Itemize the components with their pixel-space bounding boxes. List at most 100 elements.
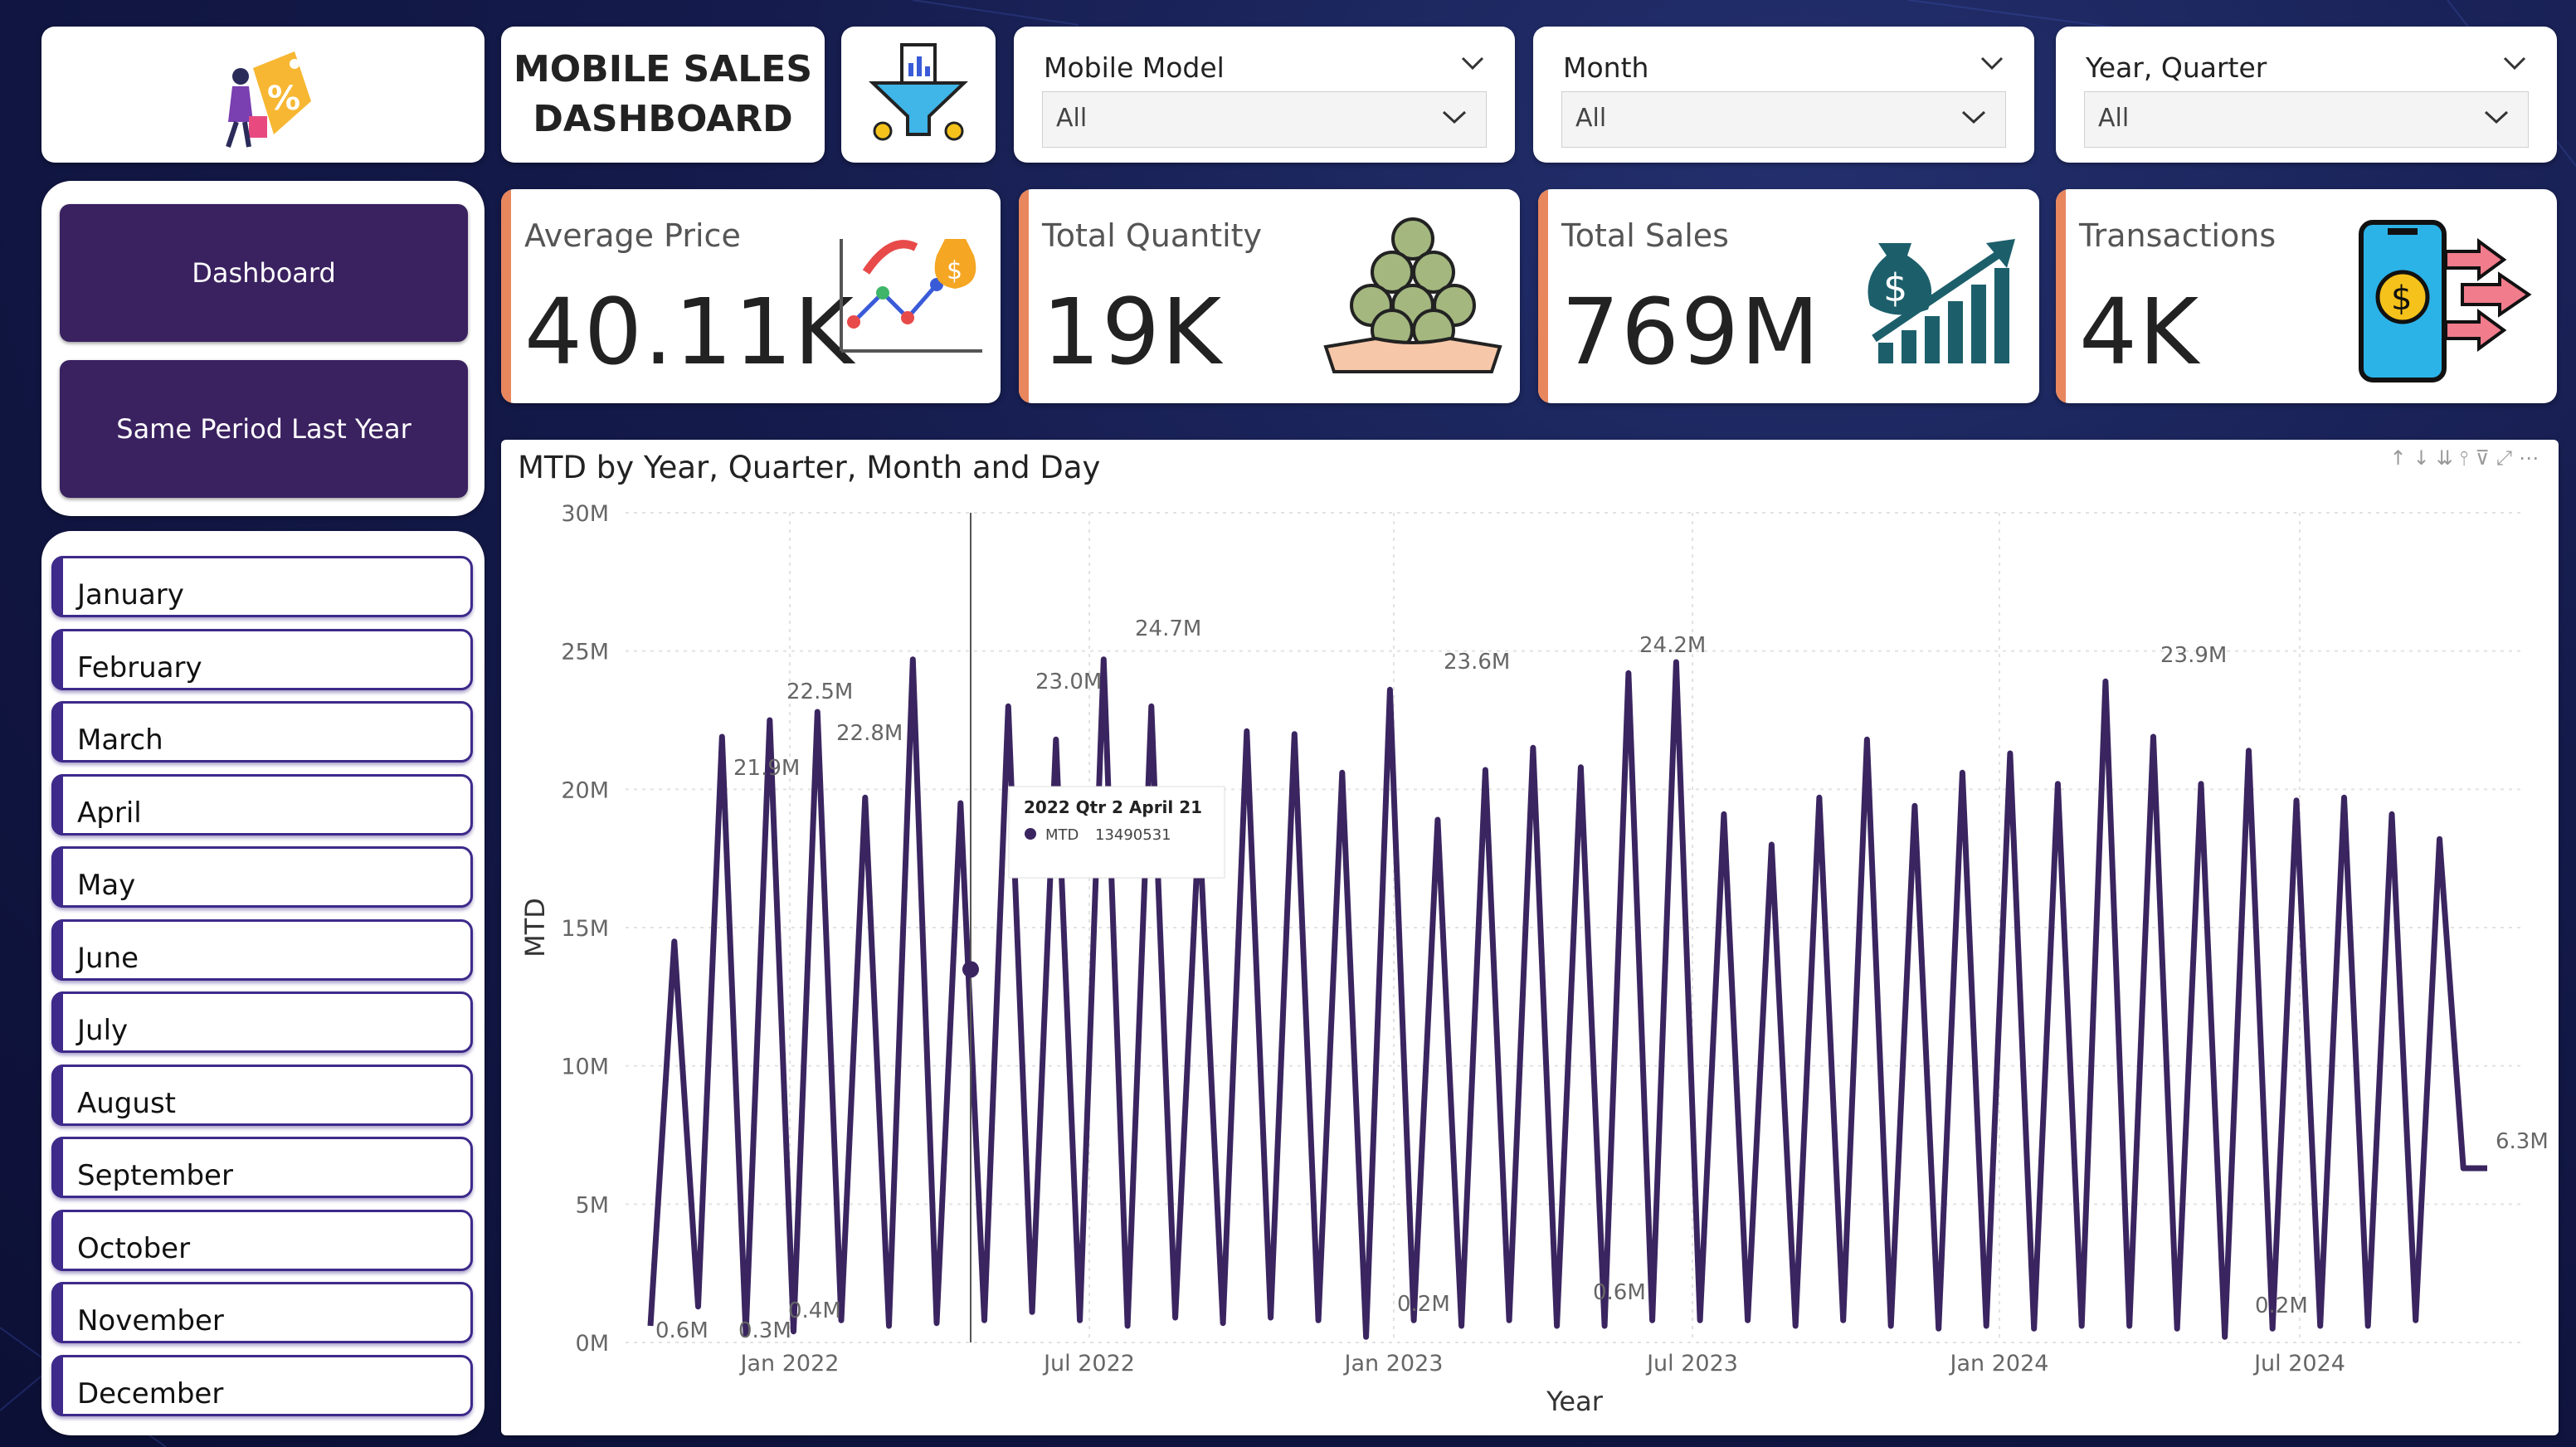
y-tick-label: 20M bbox=[561, 777, 609, 803]
slicer-mobile-model[interactable]: Mobile Model All bbox=[1014, 27, 1515, 163]
month-item-february[interactable]: February bbox=[51, 628, 473, 690]
x-tick-label: Jul 2023 bbox=[1645, 1351, 1738, 1376]
slicer-month[interactable]: Month All bbox=[1533, 27, 2034, 163]
hover-point[interactable] bbox=[962, 961, 979, 978]
data-label: 21.9M bbox=[733, 756, 800, 781]
chevron-down-icon[interactable] bbox=[1979, 55, 2004, 71]
month-panel: January February March April May June July Augu… bbox=[41, 531, 485, 1435]
svg-text:$: $ bbox=[1883, 266, 1907, 310]
nav-panel: Dashboard Same Period Last Year bbox=[41, 181, 485, 516]
slicer-value: All bbox=[1056, 104, 1088, 133]
slicer-header: Mobile Model bbox=[1044, 51, 1225, 84]
slicer-value: All bbox=[1575, 104, 1607, 133]
tooltip-title: 2022 Qtr 2 April 21 bbox=[1024, 797, 1202, 817]
dashboard-button[interactable]: Dashboard bbox=[60, 204, 468, 342]
phone-payment-icon: $ bbox=[2359, 220, 2532, 382]
data-label: 0.6M bbox=[1593, 1280, 1646, 1305]
data-label: 0.2M bbox=[1397, 1292, 1450, 1317]
filter-card bbox=[841, 27, 996, 163]
mtd-chart-card: MTD by Year, Quarter, Month and Day ↑↓⇊⫯… bbox=[501, 440, 2559, 1435]
data-label: 6.3M bbox=[2496, 1129, 2549, 1154]
month-label: January bbox=[77, 578, 184, 611]
kpi-label: Average Price bbox=[524, 217, 741, 254]
y-tick-label: 5M bbox=[576, 1192, 609, 1218]
data-label: 0.6M bbox=[655, 1318, 709, 1343]
month-item-november[interactable]: November bbox=[51, 1282, 473, 1343]
month-item-october[interactable]: October bbox=[51, 1209, 473, 1271]
tooltip-series-name: MTD bbox=[1045, 826, 1079, 844]
month-label: December bbox=[77, 1376, 224, 1410]
svg-text:$: $ bbox=[947, 256, 962, 285]
line-chart-money-bag-icon: $ bbox=[840, 239, 982, 353]
discount-tag-shopper-icon: % bbox=[226, 51, 311, 148]
month-item-tab bbox=[51, 773, 63, 836]
chevron-down-icon bbox=[1442, 110, 1467, 124]
data-label: 23.6M bbox=[1444, 650, 1510, 675]
month-item-august[interactable]: August bbox=[51, 1064, 473, 1126]
slicer-dropdown[interactable]: All bbox=[1561, 91, 2006, 148]
kpi-total-sales: Total Sales 769M $ bbox=[1538, 189, 2039, 403]
month-item-june[interactable]: June bbox=[51, 918, 473, 981]
mtd-line-chart[interactable]: 0M 5M 10M 15M 20M 25M 30M Jan 2022 Jul 2022 Jan 2… bbox=[501, 440, 2559, 1435]
svg-text:%: % bbox=[267, 80, 300, 118]
month-item-december[interactable]: December bbox=[51, 1354, 473, 1416]
month-item-april[interactable]: April bbox=[51, 773, 473, 836]
y-tick-label: 25M bbox=[561, 640, 609, 665]
month-label: September bbox=[77, 1159, 233, 1192]
x-tick-label: Jan 2022 bbox=[739, 1351, 840, 1376]
month-label: July bbox=[77, 1014, 129, 1047]
data-label: 22.8M bbox=[836, 721, 903, 746]
month-item-may[interactable]: May bbox=[51, 846, 473, 908]
month-label: August bbox=[77, 1086, 176, 1120]
title-line-1: MOBILE SALES bbox=[513, 48, 813, 90]
chevron-down-icon[interactable] bbox=[1460, 55, 1485, 71]
month-item-september[interactable]: September bbox=[51, 1137, 473, 1198]
month-label: March bbox=[77, 724, 163, 757]
month-label: May bbox=[77, 869, 136, 902]
x-axis-label: Year bbox=[1546, 1386, 1604, 1417]
slicer-value: All bbox=[2098, 104, 2130, 133]
money-bag-growth-icon: $ bbox=[1867, 239, 2015, 363]
month-item-tab bbox=[51, 846, 63, 908]
month-item-january[interactable]: January bbox=[51, 556, 473, 617]
data-label: 0.2M bbox=[2255, 1294, 2308, 1318]
tooltip-series-marker bbox=[1025, 828, 1036, 840]
kpi-value: 19K bbox=[1042, 279, 1224, 385]
x-tick-label: Jul 2024 bbox=[2252, 1351, 2345, 1376]
month-item-tab bbox=[51, 1354, 63, 1416]
slicer-dropdown[interactable]: All bbox=[1042, 91, 1487, 148]
slicer-header: Year, Quarter bbox=[2086, 51, 2267, 84]
month-item-march[interactable]: March bbox=[51, 701, 473, 762]
month-item-tab bbox=[51, 1137, 63, 1198]
logo-card: % bbox=[41, 27, 485, 163]
chevron-down-icon[interactable] bbox=[2502, 55, 2527, 71]
funnel-chart-icon bbox=[869, 43, 968, 141]
x-tick-label: Jul 2022 bbox=[1042, 1351, 1135, 1376]
kpi-value: 769M bbox=[1561, 279, 1821, 385]
data-label: 24.2M bbox=[1639, 633, 1706, 658]
slicer-header: Month bbox=[1563, 51, 1649, 84]
chevron-down-icon bbox=[2484, 110, 2509, 124]
month-label: October bbox=[77, 1231, 191, 1265]
kpi-label: Total Quantity bbox=[1042, 217, 1263, 254]
month-item-tab bbox=[51, 1282, 63, 1343]
slicer-dropdown[interactable]: All bbox=[2084, 91, 2529, 148]
data-label: 23.0M bbox=[1035, 670, 1102, 694]
month-item-july[interactable]: July bbox=[51, 991, 473, 1053]
month-item-tab bbox=[51, 556, 63, 617]
svg-text:$: $ bbox=[2391, 280, 2412, 318]
dashboard-title: MOBILE SALES DASHBOARD bbox=[501, 27, 825, 163]
chevron-down-icon bbox=[1961, 110, 1986, 124]
y-tick-label: 10M bbox=[561, 1055, 609, 1080]
month-label: June bbox=[77, 941, 139, 975]
month-item-tab bbox=[51, 701, 63, 762]
mtd-series-line[interactable] bbox=[647, 656, 2487, 1340]
tooltip-value: 13490531 bbox=[1095, 826, 1171, 844]
month-item-tab bbox=[51, 918, 63, 981]
month-item-tab bbox=[51, 1064, 63, 1126]
slicer-year-quarter[interactable]: Year, Quarter All bbox=[2056, 27, 2557, 163]
same-period-last-year-button[interactable]: Same Period Last Year bbox=[60, 360, 468, 498]
data-label: 0.3M bbox=[738, 1318, 791, 1343]
title-line-2: DASHBOARD bbox=[533, 98, 793, 140]
data-label: 24.7M bbox=[1135, 616, 1201, 641]
